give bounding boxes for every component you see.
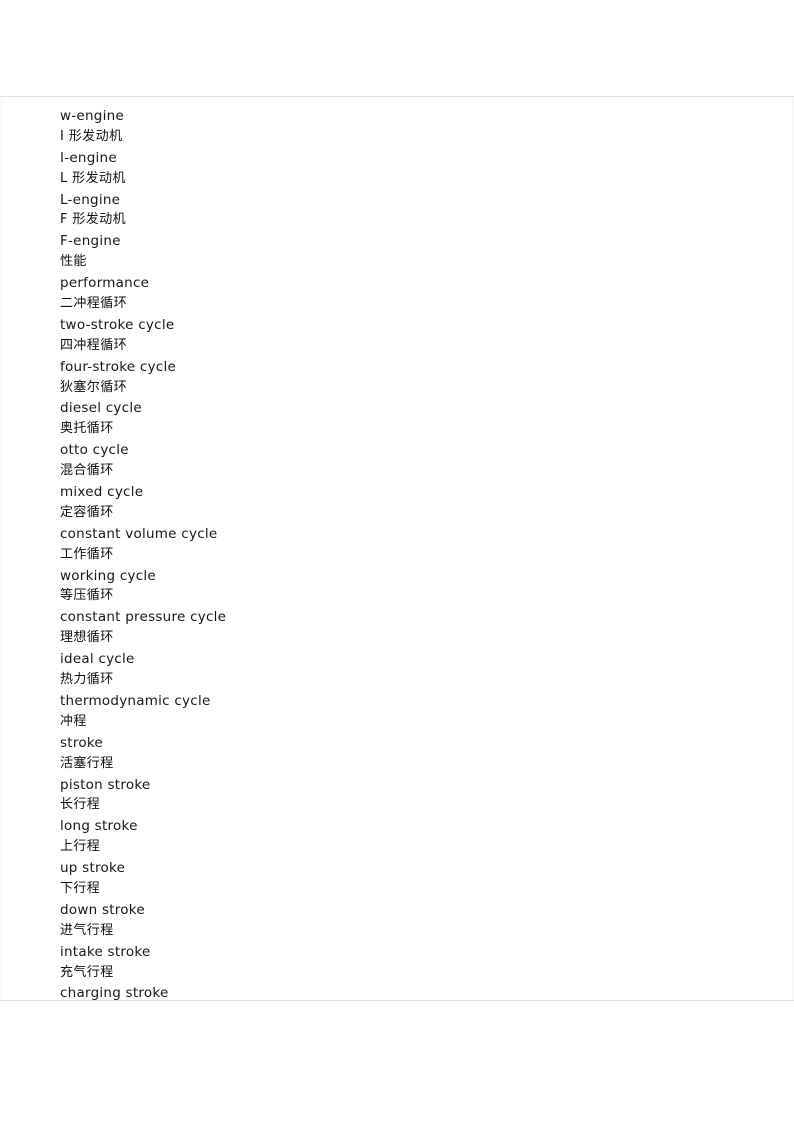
glossary-term: 冲程 [60, 713, 87, 729]
glossary-term: I 形发动机 [60, 128, 123, 144]
glossary-term: w-engine [60, 108, 124, 124]
content-bottom-rule [0, 1000, 794, 1001]
glossary-term: I-engine [60, 149, 117, 166]
document-page: w-engine I 形发动机 I-engine L 形发动机 L-engine F 形发… [0, 0, 794, 1123]
glossary-term: F 形发动机 [60, 212, 127, 228]
glossary-term: 奥托循环 [60, 421, 114, 437]
glossary-viewport[interactable]: w-engine I 形发动机 I-engine L 形发动机 L-engine F 形发… [0, 97, 794, 1000]
glossary-term: 下行程 [60, 880, 101, 896]
glossary-term: piston stroke [60, 776, 151, 793]
glossary-term: stroke [60, 734, 103, 751]
glossary-term: 等压循环 [60, 588, 114, 604]
glossary-term: two-stroke cycle [60, 316, 175, 333]
glossary-term: thermodynamic cycle [60, 692, 211, 709]
glossary-term: constant volume cycle [60, 525, 218, 542]
glossary-term: charging stroke [60, 985, 169, 1000]
glossary-term: constant pressure cycle [60, 609, 227, 626]
glossary-term: 长行程 [60, 797, 101, 813]
glossary-term: ideal cycle [60, 651, 135, 668]
glossary-term: long stroke [60, 818, 138, 835]
glossary-term: L 形发动机 [60, 170, 126, 186]
glossary-term: 理想循环 [60, 630, 114, 646]
glossary-term: down stroke [60, 901, 145, 918]
glossary-term: up stroke [60, 860, 126, 877]
glossary-term: working cycle [60, 567, 156, 584]
glossary-term: intake stroke [60, 943, 151, 960]
glossary-term: mixed cycle [60, 484, 144, 501]
glossary-term: 工作循环 [60, 546, 114, 562]
glossary-term: L-engine [60, 191, 121, 208]
glossary-term: 定容循环 [60, 504, 114, 520]
glossary-term: 二冲程循环 [60, 296, 128, 312]
glossary-term: 充气行程 [60, 964, 114, 980]
glossary-term: 活塞行程 [60, 755, 114, 771]
glossary-term: 混合循环 [60, 463, 114, 479]
glossary-term: 性能 [60, 254, 87, 270]
glossary-term: four-stroke cycle [60, 358, 177, 375]
glossary-term: otto cycle [60, 442, 129, 459]
glossary-term: 进气行程 [60, 922, 114, 938]
glossary-term: F-engine [60, 233, 121, 250]
glossary-term: 上行程 [60, 839, 101, 855]
glossary-term: 热力循环 [60, 672, 114, 688]
glossary-term: 狄塞尔循环 [60, 379, 128, 395]
glossary-term: performance [60, 275, 150, 292]
glossary-term: 四冲程循环 [60, 337, 128, 353]
glossary-list: w-engine I 形发动机 I-engine L 形发动机 L-engine F 形发… [0, 97, 794, 1000]
glossary-term: diesel cycle [60, 400, 142, 417]
